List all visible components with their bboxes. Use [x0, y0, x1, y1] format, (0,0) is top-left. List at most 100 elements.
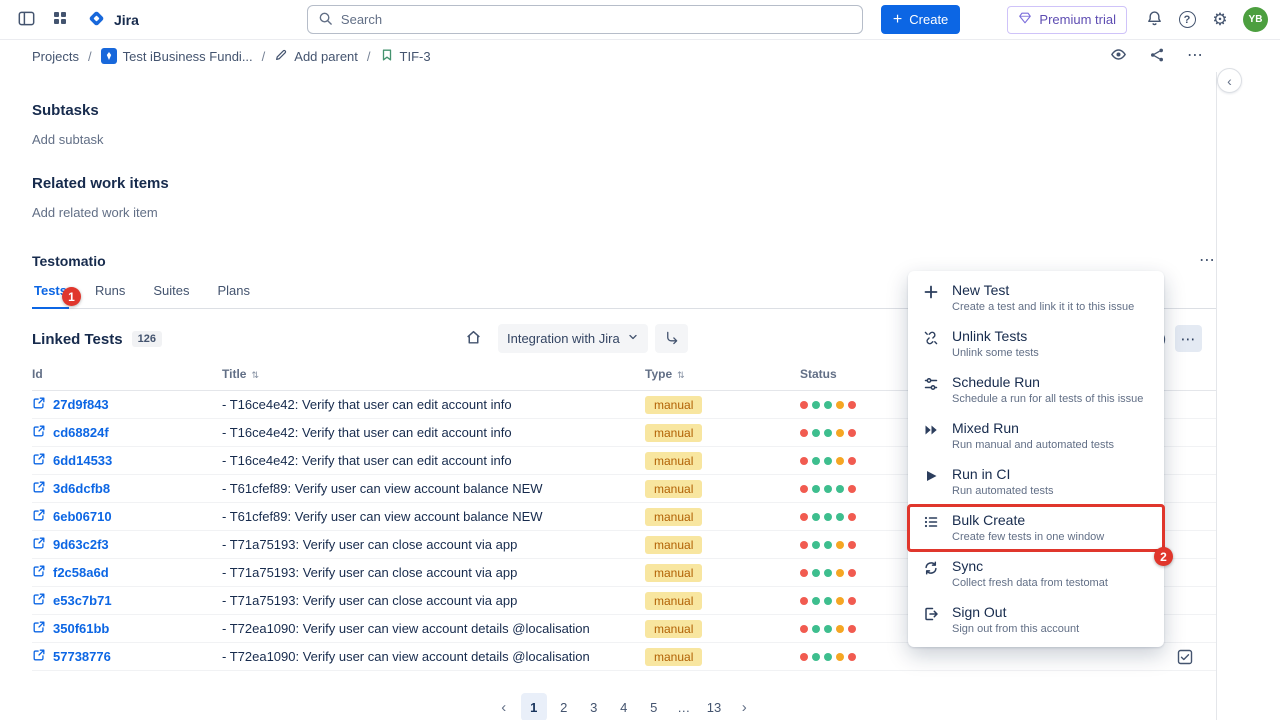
column-title[interactable]: Title⇅ — [222, 367, 645, 381]
test-id-link[interactable]: 350f61bb — [32, 620, 222, 637]
menu-item-bulk-create[interactable]: Bulk CreateCreate few tests in one windo… — [908, 505, 1164, 551]
collapse-panel-button[interactable]: ‹ — [1217, 68, 1242, 93]
create-button-label: Create — [909, 12, 948, 27]
menu-item-text: Mixed RunRun manual and automated tests — [952, 420, 1114, 452]
breadcrumb-bar: Projects / Test iBusiness Fundi... / Add… — [0, 40, 1280, 72]
settings-button[interactable]: ⚙ — [1206, 6, 1234, 34]
pagination-page-3[interactable]: 3 — [581, 693, 607, 720]
test-id-link[interactable]: cd68824f — [32, 424, 222, 441]
pagination-page-2[interactable]: 2 — [551, 693, 577, 720]
ellipsis-icon: ⋯ — [1187, 47, 1204, 64]
menu-item-unlink-tests[interactable]: Unlink Tests Unlink some tests — [908, 321, 1164, 367]
app-name: Jira — [114, 12, 139, 28]
pagination-page-13[interactable]: 13 — [701, 693, 727, 720]
pagination-next[interactable]: › — [731, 693, 757, 720]
checklist-button[interactable] — [1176, 648, 1194, 669]
external-link-icon — [32, 508, 46, 525]
test-id-link[interactable]: 9d63c2f3 — [32, 536, 222, 553]
create-button[interactable]: + Create — [881, 5, 960, 34]
tab-suites[interactable]: Suites — [151, 279, 191, 308]
test-id-link[interactable]: 3d6dcfb8 — [32, 480, 222, 497]
test-id-link[interactable]: 27d9f843 — [32, 396, 222, 413]
menu-item-title: Bulk Create — [952, 512, 1104, 529]
issue-more-button[interactable]: ⋯ — [1187, 48, 1204, 64]
breadcrumb-projects[interactable]: Projects — [32, 49, 79, 64]
breadcrumb-separator: / — [88, 49, 92, 64]
share-button[interactable] — [1149, 47, 1165, 66]
column-type[interactable]: Type⇅ — [645, 367, 800, 381]
type-badge: manual — [645, 424, 702, 442]
jira-logo-icon — [86, 8, 107, 32]
test-title: - T16ce4e42: Verify that user can edit a… — [222, 397, 645, 412]
search-bar[interactable] — [307, 5, 863, 34]
branch-button[interactable] — [655, 324, 688, 353]
pagination-page-1[interactable]: 1 — [521, 693, 547, 720]
menu-item-text: SyncCollect fresh data from testomat — [952, 558, 1108, 590]
status-dot — [824, 541, 832, 549]
test-id-link[interactable]: 6dd14533 — [32, 452, 222, 469]
status-dot — [848, 625, 856, 633]
premium-trial-label: Premium trial — [1039, 12, 1116, 27]
sort-icon: ⇅ — [251, 370, 259, 380]
linked-tests-more-button[interactable]: ⋯ — [1175, 325, 1202, 352]
help-button[interactable]: ? — [1173, 6, 1201, 34]
menu-item-text: Bulk CreateCreate few tests in one windo… — [952, 512, 1104, 544]
integration-select[interactable]: Integration with Jira — [498, 324, 648, 353]
tab-plans[interactable]: Plans — [216, 279, 253, 308]
status-dot — [824, 597, 832, 605]
breadcrumb-project-label: Test iBusiness Fundi... — [123, 49, 253, 64]
jira-home-link[interactable]: Jira — [80, 8, 145, 32]
menu-item-run-in-ci[interactable]: Run in CIRun automated tests — [908, 459, 1164, 505]
watch-button[interactable] — [1110, 46, 1127, 66]
test-id-link[interactable]: f2c58a6d — [32, 564, 222, 581]
menu-item-subtitle: Unlink some tests — [952, 347, 1039, 360]
pagination-page-4[interactable]: 4 — [611, 693, 637, 720]
tab-runs[interactable]: Runs — [93, 279, 127, 308]
breadcrumb-issue-key[interactable]: TIF-3 — [380, 48, 431, 65]
status-dot — [836, 653, 844, 661]
test-id-text: 9d63c2f3 — [53, 537, 109, 552]
user-avatar[interactable]: YB — [1243, 7, 1268, 32]
home-button[interactable] — [456, 324, 491, 353]
avatar-initials: YB — [1249, 14, 1263, 25]
linked-tests-count-badge: 126 — [132, 331, 162, 347]
status-dot — [848, 457, 856, 465]
status-dot — [848, 401, 856, 409]
menu-item-title: Unlink Tests — [952, 328, 1039, 345]
status-dot — [824, 513, 832, 521]
testomatio-more-button[interactable]: ⋯ — [1199, 253, 1216, 269]
menu-item-sign-out[interactable]: Sign OutSign out from this account — [908, 597, 1164, 643]
add-subtask-button[interactable]: Add subtask — [32, 132, 1216, 147]
menu-item-new-test[interactable]: New TestCreate a test and link it it to … — [908, 275, 1164, 321]
external-link-icon — [32, 424, 46, 441]
test-id-link[interactable]: 57738776 — [32, 648, 222, 665]
ellipsis-icon: ⋯ — [1199, 252, 1216, 269]
search-input[interactable] — [341, 12, 852, 27]
external-link-icon — [32, 592, 46, 609]
column-id[interactable]: Id — [32, 367, 222, 381]
sidebar-toggle-button[interactable] — [12, 6, 40, 34]
status-dot — [836, 597, 844, 605]
menu-item-schedule-run[interactable]: Schedule RunSchedule a run for all tests… — [908, 367, 1164, 413]
external-link-icon — [32, 564, 46, 581]
breadcrumb-project[interactable]: Test iBusiness Fundi... — [101, 48, 253, 64]
add-related-item-button[interactable]: Add related work item — [32, 205, 1216, 220]
test-title: - T16ce4e42: Verify that user can edit a… — [222, 425, 645, 440]
pagination-page-5[interactable]: 5 — [641, 693, 667, 720]
menu-item-mixed-run[interactable]: Mixed RunRun manual and automated tests — [908, 413, 1164, 459]
test-row: 57738776- T72ea1090: Verify user can vie… — [32, 643, 1216, 671]
premium-trial-button[interactable]: Premium trial — [1007, 6, 1127, 34]
test-title: - T16ce4e42: Verify that user can edit a… — [222, 453, 645, 468]
plus-icon: + — [893, 12, 902, 28]
test-id-link[interactable]: e53c7b71 — [32, 592, 222, 609]
menu-item-sync[interactable]: SyncCollect fresh data from testomat — [908, 551, 1164, 597]
add-parent-button[interactable]: Add parent — [274, 48, 358, 65]
notifications-button[interactable] — [1140, 6, 1168, 34]
test-type-cell: manual — [645, 480, 800, 498]
play-icon — [922, 468, 939, 484]
pagination-prev[interactable]: ‹ — [491, 693, 517, 720]
external-link-icon — [32, 396, 46, 413]
app-switcher-button[interactable] — [46, 6, 74, 34]
test-id-link[interactable]: 6eb06710 — [32, 508, 222, 525]
test-id-text: 27d9f843 — [53, 397, 109, 412]
